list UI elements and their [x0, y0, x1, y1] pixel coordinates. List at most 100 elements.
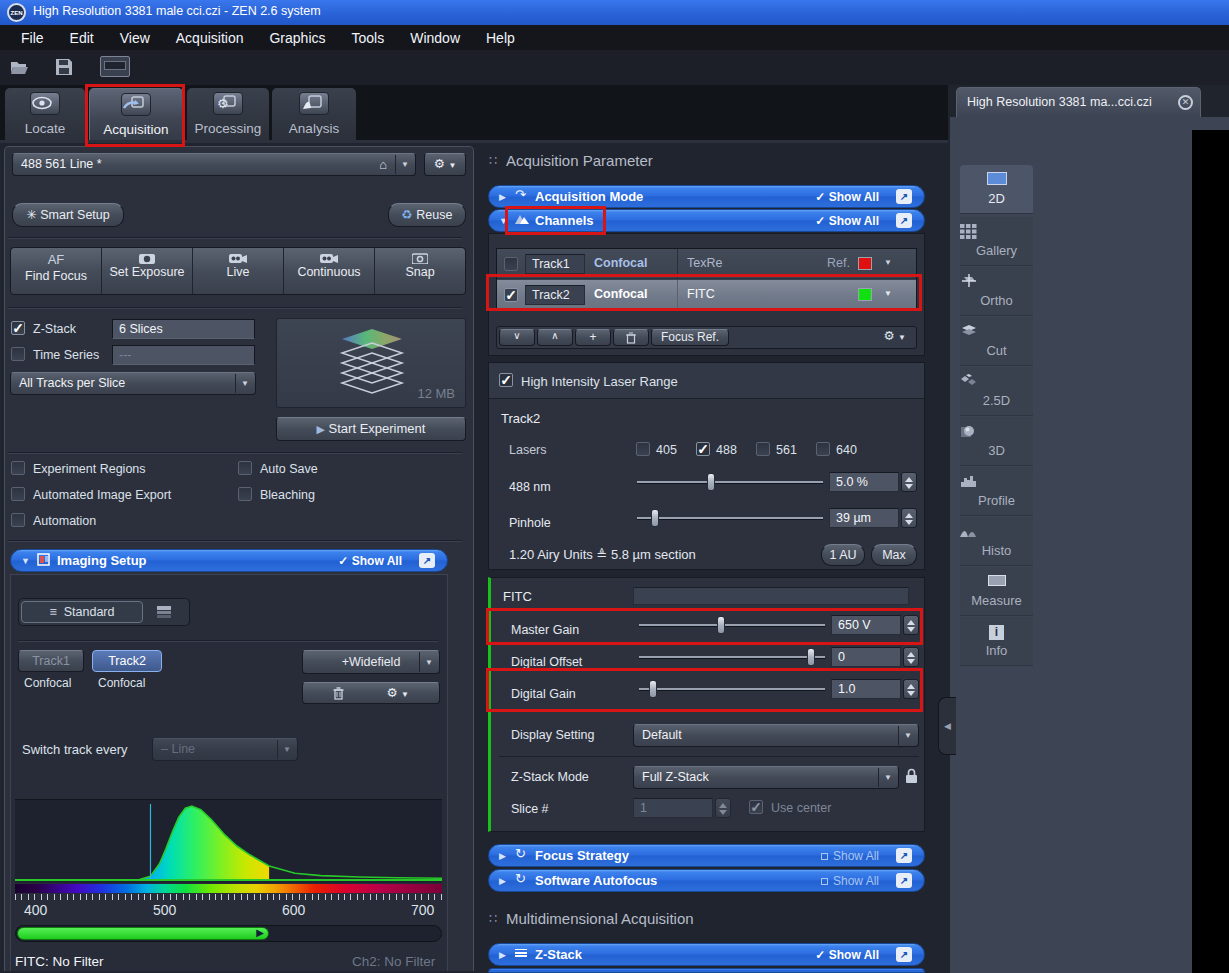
display-setting-select[interactable]: Default ▼ — [633, 724, 919, 747]
continuous-button[interactable]: Continuous — [284, 248, 375, 294]
snap-button[interactable]: Snap — [375, 248, 465, 294]
tab-locate[interactable]: Locate — [5, 88, 85, 140]
start-experiment-button[interactable]: ▶ Start Experiment — [276, 417, 466, 441]
reuse-button[interactable]: ♻ Reuse — [388, 203, 466, 227]
stage-control-icon[interactable] — [100, 56, 130, 77]
menu-acquisition[interactable]: Acquisition — [163, 30, 257, 46]
view-tab-2d[interactable]: 2D — [960, 165, 1033, 214]
one-au-button[interactable]: 1 AU — [821, 544, 865, 566]
menu-window[interactable]: Window — [397, 30, 473, 46]
view-tab-25d[interactable]: 2.5D — [960, 367, 1033, 416]
track-mode-select[interactable]: All Tracks per Slice ▼ — [10, 372, 256, 395]
digital-offset-spinner[interactable] — [903, 647, 919, 667]
software-autofocus-show-all[interactable]: Show All — [821, 874, 879, 888]
add-channel-button[interactable]: + — [575, 329, 611, 346]
standard-mode-button[interactable]: ≡ Standard — [21, 601, 143, 623]
smart-setup-button[interactable]: ✳ Smart Setup — [12, 203, 124, 227]
digital-offset-field[interactable]: 0 — [831, 647, 901, 667]
track1-tab[interactable]: Track1 — [18, 650, 84, 672]
view-tab-3d[interactable]: 3D — [960, 417, 1033, 466]
delete-channel-button[interactable] — [613, 329, 649, 346]
menu-tools[interactable]: Tools — [339, 30, 398, 46]
popout-icon[interactable]: ↗ — [419, 553, 435, 568]
panel-collapse-handle[interactable]: ◀ — [938, 697, 956, 755]
track1-color-arrow[interactable]: ▼ — [884, 258, 892, 267]
view-tab-measure[interactable]: Measure — [960, 567, 1033, 616]
menu-edit[interactable]: Edit — [57, 30, 107, 46]
imaging-setup-show-all[interactable]: ✓ Show All — [338, 554, 402, 568]
view-tab-cut[interactable]: Cut — [960, 317, 1033, 366]
detection-range-bar[interactable]: ▶ — [17, 927, 269, 940]
widefield-arrow[interactable]: ▼ — [419, 652, 438, 672]
delete-track-icon[interactable] — [333, 687, 344, 700]
find-focus-button[interactable]: AFFind Focus — [11, 248, 102, 294]
time-series-field[interactable]: --- — [112, 345, 255, 365]
image-document-tab[interactable]: High Resolution 3381 ma...cci.czi ✕ — [956, 87, 1201, 117]
collapse-arrow[interactable]: ▼ — [21, 556, 30, 566]
bleaching-checkbox[interactable] — [238, 487, 252, 501]
experiment-select[interactable]: 488 561 Line * ⌂ ▼ — [12, 153, 416, 176]
imaging-setup-header[interactable]: ▼ Imaging Setup ✓ Show All ↗ — [10, 549, 448, 572]
popout-icon[interactable]: ↗ — [896, 189, 912, 204]
pinhole-slider[interactable] — [637, 509, 823, 527]
focus-strategy-header[interactable]: ▶ ↻ Focus Strategy Show All ↗ — [488, 844, 925, 867]
laser-power-slider[interactable] — [637, 473, 823, 491]
menu-file[interactable]: File — [8, 30, 57, 46]
max-button[interactable]: Max — [871, 544, 917, 566]
track-mode-arrow[interactable]: ▼ — [235, 374, 254, 393]
switch-track-select[interactable]: – Line ▼ — [152, 738, 298, 761]
laser-561-checkbox[interactable] — [756, 442, 770, 456]
track2-tab[interactable]: Track2 — [92, 650, 162, 672]
view-tab-info[interactable]: iInfo — [960, 617, 1033, 666]
move-up-button[interactable]: ∧ — [537, 329, 573, 346]
menu-help[interactable]: Help — [473, 30, 528, 46]
move-down-button[interactable]: ∨ — [499, 329, 535, 346]
focus-strategy-show-all[interactable]: Show All — [821, 849, 879, 863]
software-autofocus-header[interactable]: ▶ ↻ Software Autofocus Show All ↗ — [488, 869, 925, 892]
z-stack-slices-field[interactable]: 6 Slices — [112, 319, 255, 339]
popout-icon[interactable]: ↗ — [896, 848, 912, 863]
track1-enabled-checkbox[interactable] — [504, 257, 518, 271]
pinhole-spinner[interactable] — [901, 508, 917, 528]
view-tab-ortho[interactable]: Ortho — [960, 267, 1033, 316]
laser-640-checkbox[interactable] — [816, 442, 830, 456]
view-tab-profile[interactable]: Profile — [960, 467, 1033, 516]
automation-checkbox[interactable] — [11, 513, 25, 527]
time-series-checkbox[interactable] — [11, 347, 25, 361]
tab-analysis[interactable]: Analysis — [272, 88, 356, 140]
popout-icon[interactable]: ↗ — [896, 213, 912, 228]
experiment-regions-checkbox[interactable] — [11, 461, 25, 475]
pinhole-field[interactable]: 39 µm — [829, 508, 899, 528]
z-stack-mode-select[interactable]: Full Z-Stack ▼ — [633, 766, 899, 789]
track1-name-field[interactable]: Track1 — [525, 254, 585, 274]
experiment-dropdown-arrow[interactable]: ▼ — [395, 155, 414, 174]
tab-processing[interactable]: ⚙ Processing — [187, 88, 269, 140]
set-exposure-button[interactable]: Set Exposure — [102, 248, 193, 294]
popout-icon[interactable]: ↗ — [896, 873, 912, 888]
laser-405-checkbox[interactable] — [636, 442, 650, 456]
open-file-icon[interactable] — [10, 58, 30, 76]
popout-icon[interactable]: ↗ — [896, 947, 912, 962]
close-document-icon[interactable]: ✕ — [1178, 95, 1193, 110]
laser-power-field[interactable]: 5.0 % — [829, 472, 899, 492]
auto-save-checkbox[interactable] — [238, 461, 252, 475]
high-intensity-checkbox[interactable]: ✓ — [499, 373, 513, 387]
laser-power-spinner[interactable] — [901, 472, 917, 492]
channels-gear[interactable]: ⚙ ▼ — [883, 328, 906, 343]
focus-ref-button[interactable]: Focus Ref. — [651, 329, 729, 346]
acquisition-mode-header[interactable]: ▶ ↷ Acquisition Mode ✓ Show All ↗ — [488, 185, 925, 208]
track-options-gear[interactable]: ⚙ ▼ — [386, 685, 409, 700]
lock-icon[interactable] — [905, 768, 918, 784]
experiment-options-button[interactable]: ⚙ ▼ — [424, 153, 466, 176]
z-stack-checkbox[interactable]: ✓ — [11, 321, 25, 335]
advanced-mode-button[interactable] — [149, 603, 179, 621]
add-widefield-button[interactable]: +Widefield▼ — [302, 650, 440, 674]
track1-color-chip[interactable] — [858, 257, 872, 270]
laser-488-checkbox[interactable]: ✓ — [696, 442, 710, 456]
automated-image-export-checkbox[interactable] — [11, 487, 25, 501]
menu-view[interactable]: View — [107, 30, 163, 46]
home-icon[interactable]: ⌂ — [379, 157, 387, 172]
save-icon[interactable] — [55, 58, 73, 76]
channels-show-all[interactable]: ✓ Show All — [815, 214, 879, 228]
live-button[interactable]: Live — [193, 248, 284, 294]
